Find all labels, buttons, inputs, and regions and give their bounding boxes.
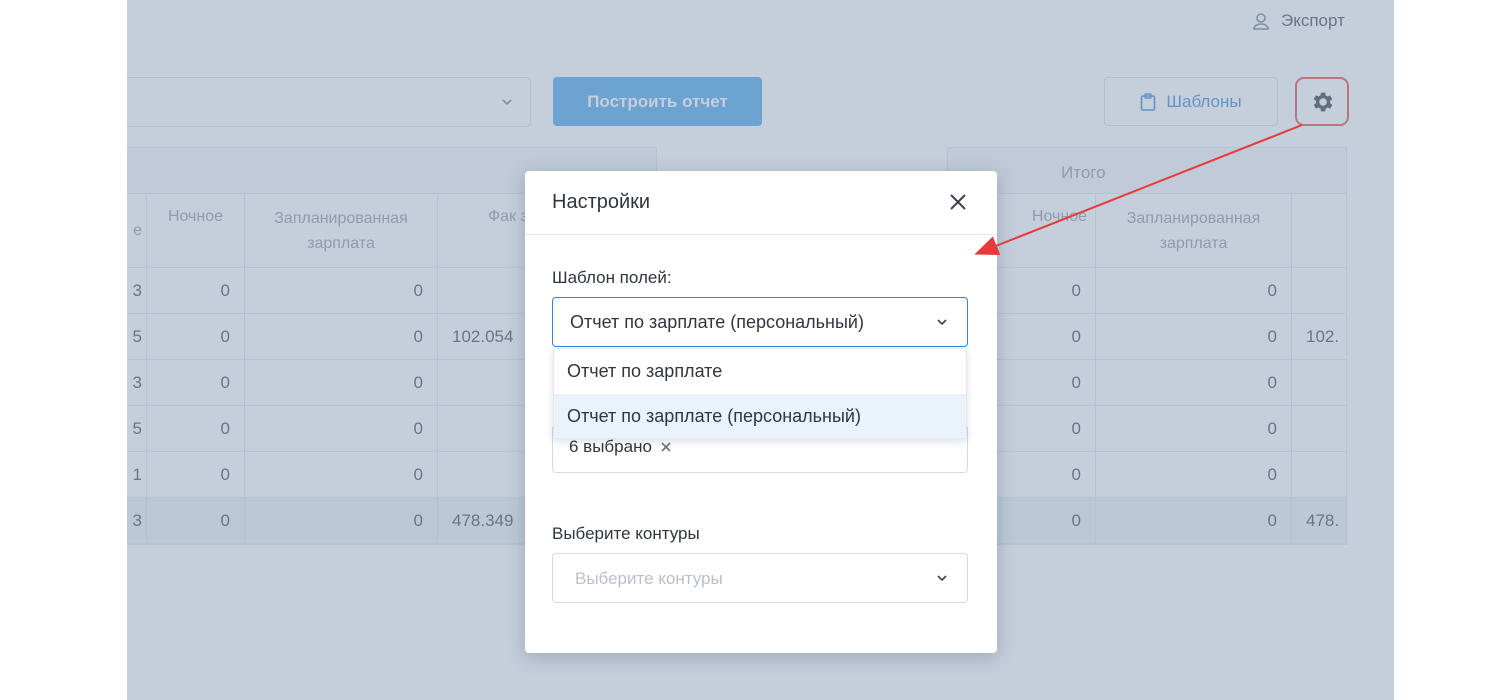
- column-header: Запланированная зарплата: [1096, 194, 1292, 268]
- dropdown-option-selected[interactable]: Отчет по зарплате (персональный): [554, 394, 966, 438]
- template-dropdown: Отчет по зарплате Отчет по зарплате (пер…: [553, 348, 967, 439]
- table-cell: 0: [147, 314, 245, 360]
- x-icon[interactable]: [660, 441, 672, 453]
- table-cell: 0: [245, 360, 438, 406]
- table-cell: 0: [245, 498, 438, 544]
- clipboard-icon: [1141, 92, 1156, 111]
- gear-icon: [1313, 92, 1333, 111]
- table-cell: 0: [147, 452, 245, 498]
- table-cell: 478.: [1292, 498, 1346, 544]
- export-button[interactable]: Экспорт: [1251, 10, 1345, 32]
- template-select-value: Отчет по зарплате (персональный): [570, 312, 864, 332]
- contours-placeholder: Выберите контуры: [575, 569, 723, 588]
- build-report-label: Построить отчет: [587, 91, 728, 111]
- table-cell: [1292, 452, 1346, 498]
- table-cell: 0: [245, 268, 438, 314]
- table-cell: 5: [127, 314, 147, 360]
- table-cell: [1292, 268, 1346, 314]
- report-select[interactable]: [127, 77, 531, 127]
- table-cell: 0: [245, 406, 438, 452]
- table-cell: 0: [147, 498, 245, 544]
- table-cell: 0: [147, 360, 245, 406]
- modal-header: Настройки: [525, 171, 997, 235]
- templates-label: Шаблоны: [1166, 91, 1242, 111]
- table-cell: 102.: [1292, 314, 1346, 360]
- table-cell: 3: [127, 268, 147, 314]
- column-header: Ночное: [147, 194, 245, 268]
- chevron-down-icon: [937, 575, 947, 582]
- table-cell: 0: [147, 406, 245, 452]
- settings-modal: Настройки Шаблон полей: Отчет по зарплат…: [525, 171, 997, 653]
- table-cell: 0: [245, 314, 438, 360]
- table-cell: 5: [127, 406, 147, 452]
- chevron-down-icon: [937, 319, 947, 326]
- right-table: Итого Ночное Запланированная зарплата 00…: [947, 147, 1347, 545]
- contours-field-label: Выберите контуры: [552, 524, 700, 543]
- table-cell: 0: [1096, 406, 1292, 452]
- table-cell: [1292, 360, 1346, 406]
- template-select[interactable]: Отчет по зарплате (персональный): [552, 297, 968, 347]
- close-icon[interactable]: [947, 191, 969, 213]
- export-label: Экспорт: [1281, 11, 1345, 30]
- table-cell: 1: [127, 452, 147, 498]
- dropdown-option[interactable]: Отчет по зарплате: [554, 349, 966, 394]
- build-report-button[interactable]: Построить отчет: [553, 77, 762, 126]
- table-cell: [1292, 406, 1346, 452]
- selected-tag-label: 6 выбрано: [569, 437, 652, 456]
- right-table-group-header: [948, 148, 1346, 194]
- table-cell: 0: [147, 268, 245, 314]
- table-cell: 0: [245, 452, 438, 498]
- table-cell: 0: [1096, 452, 1292, 498]
- table-cell: 3: [127, 498, 147, 544]
- column-header: [1292, 194, 1346, 268]
- selected-tag: 6 выбрано: [569, 437, 672, 457]
- modal-title: Настройки: [552, 191, 651, 213]
- templates-button[interactable]: Шаблоны: [1104, 77, 1278, 126]
- column-header: е: [127, 194, 147, 268]
- export-icon: [1253, 13, 1269, 30]
- group-title-total: Итого: [1061, 163, 1106, 182]
- table-cell: 0: [1096, 268, 1292, 314]
- chevron-down-icon: [502, 99, 512, 106]
- column-header: Запланированная зарплата: [245, 194, 438, 268]
- table-cell: 0: [1096, 360, 1292, 406]
- table-cell: 0: [1096, 314, 1292, 360]
- settings-button[interactable]: [1295, 77, 1349, 126]
- table-cell: 0: [1096, 498, 1292, 544]
- template-field-label: Шаблон полей:: [552, 268, 672, 287]
- contours-select[interactable]: Выберите контуры: [552, 553, 968, 603]
- table-cell: 3: [127, 360, 147, 406]
